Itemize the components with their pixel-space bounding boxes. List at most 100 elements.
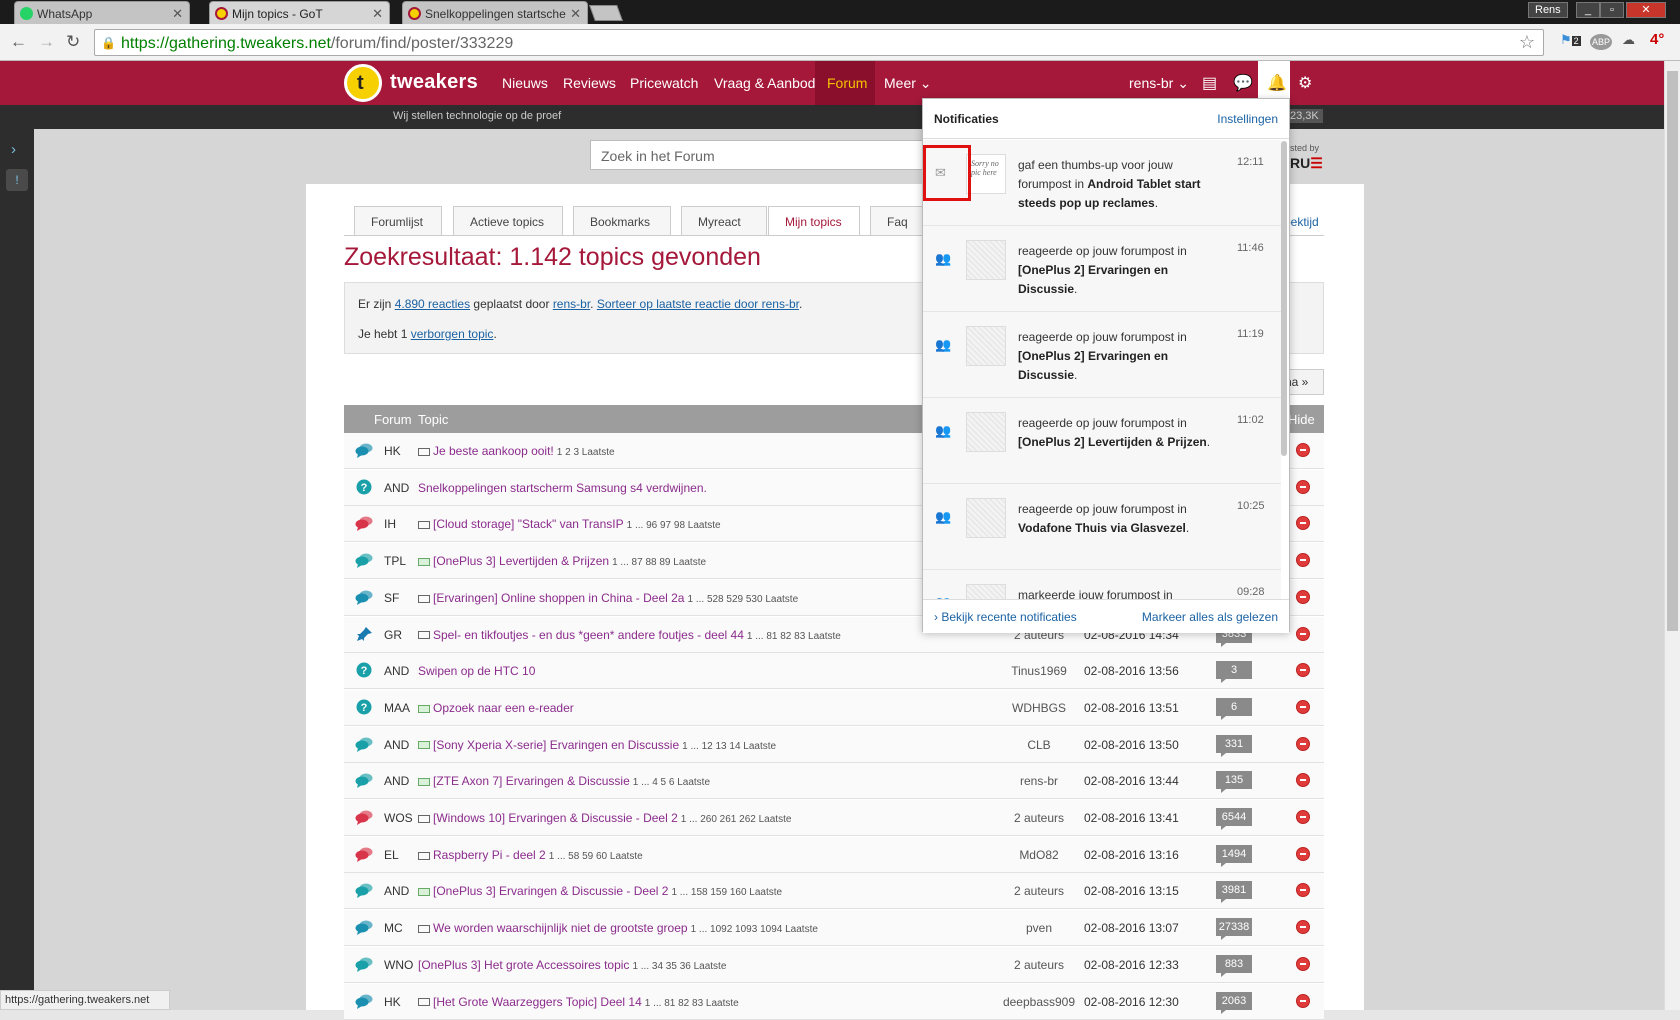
expand-chevron-icon[interactable]: › (11, 141, 16, 158)
nav-pricewatch[interactable]: Pricewatch (630, 75, 698, 91)
forum-code[interactable]: GR (384, 628, 402, 642)
adblock-icon[interactable]: ABP (1590, 34, 1613, 50)
hide-topic-button[interactable] (1296, 553, 1310, 568)
table-row[interactable]: WNO [OnePlus 3] Het grote Accessoires top… (344, 946, 1324, 983)
topic-title-text[interactable]: [Sony Xperia X-serie] Ervaringen en Disc… (433, 738, 679, 752)
topic-pages[interactable]: 1 2 3 Laatste (557, 447, 615, 458)
forum-code[interactable]: EL (384, 848, 399, 862)
chat-bubble-icon[interactable]: ! (6, 169, 28, 191)
topic-title-text[interactable]: [Windows 10] Ervaringen & Discussie - De… (433, 811, 678, 825)
topic-title-text[interactable]: Raspberry Pi - deel 2 (433, 848, 546, 862)
hide-topic-button[interactable] (1296, 443, 1310, 457)
topic-title[interactable]: [Het Grote Waarzeggers Topic] Deel 14 1 .… (418, 995, 739, 1009)
topic-pages[interactable]: 1 ... 158 159 160 Laatste (671, 887, 782, 898)
topic-pages[interactable]: 1 ... 81 82 83 Laatste (645, 998, 739, 1009)
notification-item[interactable]: 👥 reageerde op jouw forumpost in [OnePlus… (923, 398, 1281, 484)
topic-title-text[interactable]: Swipen op de HTC 10 (418, 664, 535, 678)
forum-code[interactable]: HK (384, 995, 401, 1009)
forum-code[interactable]: WOS (384, 811, 413, 825)
hide-topic-button[interactable] (1296, 773, 1310, 788)
topic-title[interactable]: Raspberry Pi - deel 21 ... 58 59 60 Laat… (418, 848, 643, 862)
forum-code[interactable]: HK (384, 444, 401, 458)
forum-search-input[interactable]: Zoek in het Forum (590, 140, 930, 170)
forward-icon[interactable]: → (38, 32, 55, 52)
tab-forumlijst[interactable]: Forumlijst (354, 206, 442, 235)
topic-title-text[interactable]: [Cloud storage] "Stack" van TransIP (433, 517, 624, 531)
sort-link[interactable]: Sorteer op laatste reactie door rens-br (597, 297, 799, 311)
topic-title-text[interactable]: Snelkoppelingen startscherm Samsung s4 v… (418, 481, 707, 495)
weather-indicator[interactable]: 4° (1650, 31, 1664, 48)
user-link[interactable]: rens-br (553, 297, 590, 311)
chat-icon[interactable]: 💬 (1233, 73, 1253, 93)
forum-code[interactable]: MAA (384, 701, 410, 715)
cloud-icon[interactable]: ☁ (1622, 32, 1635, 48)
topic-title-text[interactable]: Je beste aankoop ooit! (433, 444, 554, 458)
topic-pages[interactable]: 1 ... 4 5 6 Laatste (633, 777, 710, 788)
nav-nieuws[interactable]: Nieuws (502, 75, 548, 91)
hide-topic-button[interactable] (1296, 626, 1310, 641)
hide-topic-button[interactable] (1296, 736, 1310, 751)
notification-item[interactable]: ✉ Sorry no pic here gaf een thumbs-up voor… (923, 140, 1281, 226)
hide-topic-button[interactable] (1296, 516, 1310, 531)
tab-actieve-topics[interactable]: Actieve topics (453, 206, 563, 235)
topic-title[interactable]: [OnePlus 3] Ervaringen & Discussie - Dee… (418, 884, 782, 898)
topic-title-text[interactable]: [ZTE Axon 7] Ervaringen & Discussie (433, 774, 630, 788)
notification-item[interactable]: 👥 reageerde op jouw forumpost in [OnePlus… (923, 312, 1281, 398)
topic-title[interactable]: [Sony Xperia X-serie] Ervaringen en Disc… (418, 738, 776, 752)
topic-title[interactable]: Je beste aankoop ooit! 1 2 3 Laatste (418, 444, 615, 458)
scrollbar-thumb[interactable] (1667, 71, 1678, 631)
topic-title-text[interactable]: Opzoek naar een e-reader (433, 701, 574, 715)
view-recent-notifications-link[interactable]: › Bekijk recente notificaties (934, 610, 1077, 624)
hide-topic-button[interactable] (1296, 663, 1310, 678)
hide-topic-button[interactable] (1296, 883, 1310, 898)
mark-all-read-link[interactable]: Markeer alles als gelezen (1142, 610, 1278, 624)
topic-pages[interactable]: 1 ... 260 261 262 Laatste (681, 814, 792, 825)
logo-text[interactable]: tweakers (390, 71, 478, 94)
hide-topic-button[interactable] (1296, 810, 1310, 824)
topic-title[interactable]: [OnePlus 3] Levertijden & Prijzen 1 ... 8… (418, 554, 706, 568)
forum-code[interactable]: SF (384, 591, 399, 605)
topic-title-text[interactable]: Spel- en tikfoutjes - en dus *geen* ande… (433, 628, 744, 642)
close-tab-icon[interactable]: ✕ (570, 6, 581, 22)
topic-title[interactable]: We worden waarschijnlijk niet de grootst… (418, 921, 818, 935)
topic-pages[interactable]: 1 ... 96 97 98 Laatste (627, 520, 721, 531)
back-icon[interactable]: ← (10, 32, 27, 52)
topic-title[interactable]: Opzoek naar een e-reader (418, 701, 574, 715)
topic-pages[interactable]: 1 ... 1092 1093 1094 Laatste (691, 924, 818, 935)
topic-title[interactable]: Swipen op de HTC 10 (418, 664, 535, 678)
table-row[interactable]: ? AND Swipen op de HTC 10 Tinus1969 02-08-20… (344, 653, 1324, 690)
page-scrollbar[interactable] (1664, 61, 1680, 1010)
hide-topic-button[interactable] (1296, 846, 1310, 861)
user-menu[interactable]: rens-br ⌄ (1129, 75, 1189, 92)
nav-vraag-aanbod[interactable]: Vraag & Aanbod (714, 75, 815, 91)
notifications-scrollbar[interactable] (1281, 141, 1287, 456)
address-bar[interactable]: 🔒 https://gathering.tweakers.net/forum/f… (94, 29, 1544, 56)
notifications-settings-link[interactable]: Instellingen (1217, 112, 1278, 126)
notification-item[interactable]: 👥 reageerde op jouw forumpost in Vodafone… (923, 484, 1281, 570)
nav-reviews[interactable]: Reviews (563, 75, 616, 91)
forum-code[interactable]: AND (384, 738, 409, 752)
close-window-button[interactable]: ✕ (1626, 2, 1666, 18)
forum-code[interactable]: TPL (384, 554, 406, 568)
hide-topic-button[interactable] (1296, 479, 1310, 494)
bookmark-star-icon[interactable]: ☆ (1519, 32, 1535, 53)
close-tab-icon[interactable]: ✕ (372, 6, 383, 22)
forum-code[interactable]: MC (384, 921, 403, 935)
table-row[interactable]: AND [ZTE Axon 7] Ervaringen & Discussie 1 … (344, 763, 1324, 800)
extension-icon[interactable]: ⚑ 2 (1560, 32, 1581, 48)
topic-pages[interactable]: 1 ... 12 13 14 Laatste (682, 741, 776, 752)
forum-code[interactable]: AND (384, 481, 409, 495)
hide-topic-button[interactable] (1296, 589, 1310, 604)
close-tab-icon[interactable]: ✕ (172, 6, 183, 22)
profile-badge[interactable]: Rens (1528, 2, 1568, 18)
tweakers-logo[interactable]: t (344, 64, 382, 102)
topic-title[interactable]: [Ervaringen] Online shoppen in China - D… (418, 591, 798, 605)
reacties-link[interactable]: 4.890 reacties (395, 297, 470, 311)
topic-title-text[interactable]: [OnePlus 3] Levertijden & Prijzen (433, 554, 609, 568)
table-row[interactable]: EL Raspberry Pi - deel 21 ... 58 59 60 La… (344, 836, 1324, 873)
topic-pages[interactable]: 1 ... 87 88 89 Laatste (612, 557, 706, 568)
tab-myreact[interactable]: Myreact (681, 206, 767, 235)
hide-topic-button[interactable] (1296, 993, 1310, 1008)
topic-title-text[interactable]: [Het Grote Waarzeggers Topic] Deel 14 (433, 995, 642, 1009)
table-row[interactable]: AND [Sony Xperia X-serie] Ervaringen en D… (344, 726, 1324, 763)
